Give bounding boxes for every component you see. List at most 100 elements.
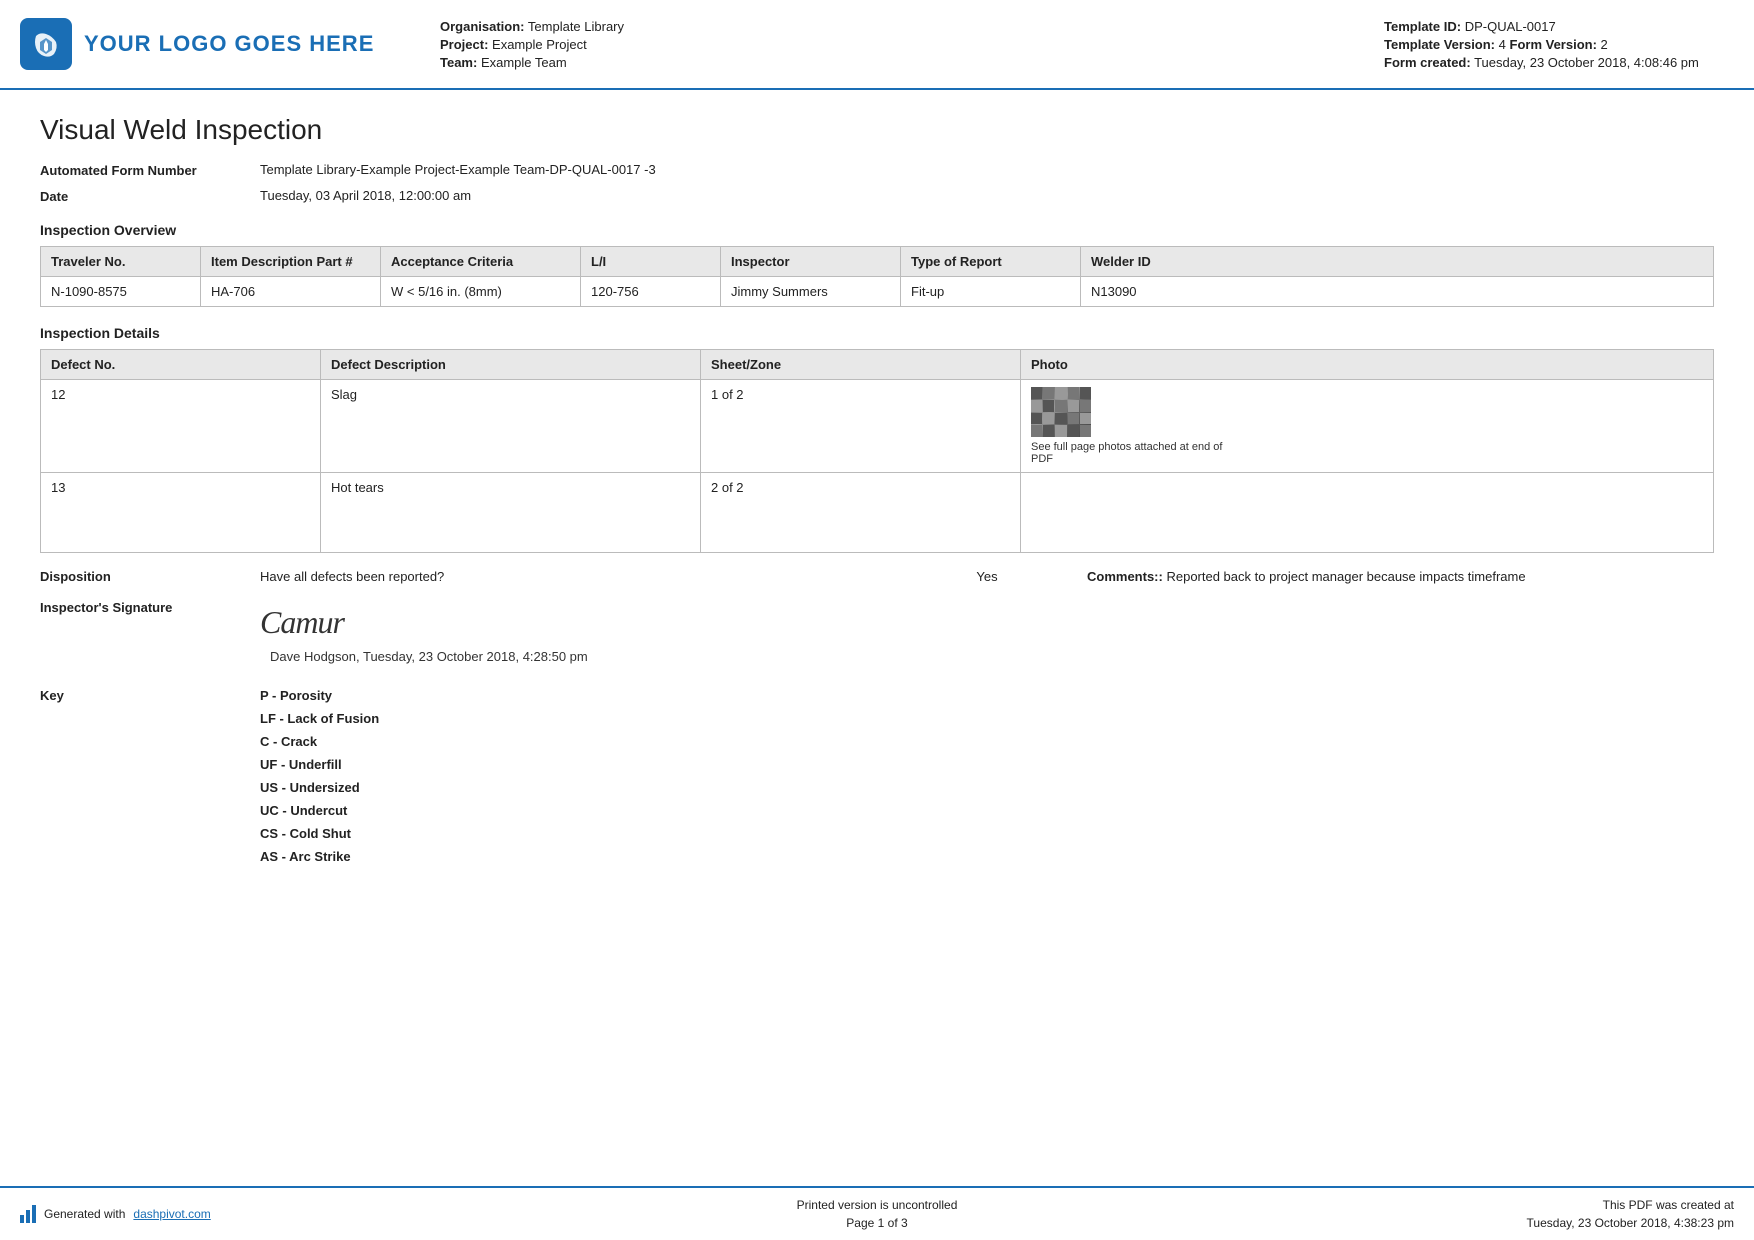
page-header: YOUR LOGO GOES HERE Organisation: Templa… (0, 0, 1754, 90)
footer-center-line1: Printed version is uncontrolled (420, 1196, 1334, 1214)
key-item: UC - Undercut (260, 803, 379, 818)
table-row: N-1090-8575 HA-706 W < 5/16 in. (8mm) 12… (41, 277, 1714, 307)
inspection-details-thead: Defect No. Defect Description Sheet/Zone… (41, 350, 1714, 380)
footer-link[interactable]: dashpivot.com (133, 1207, 210, 1221)
type-report-cell: Fit-up (901, 277, 1081, 307)
inspection-overview-table: Traveler No. Item Description Part # Acc… (40, 246, 1714, 307)
footer-generated-text: Generated with (44, 1207, 125, 1221)
header-center: Organisation: Template Library Project: … (400, 8, 1384, 80)
photo-col-cell (1021, 473, 1714, 553)
col-inspector: Inspector (721, 247, 901, 277)
inspection-details-table: Defect No. Defect Description Sheet/Zone… (40, 349, 1714, 553)
inspection-details-header-row: Defect No. Defect Description Sheet/Zone… (41, 350, 1714, 380)
disposition-row: Disposition Have all defects been report… (40, 569, 1714, 584)
col-li: L/I (581, 247, 721, 277)
defect-desc-cell: Hot tears (321, 473, 701, 553)
table-row: 12 Slag 1 of 2 See full page photos atta… (41, 380, 1714, 473)
disposition-answer: Yes (887, 569, 1087, 584)
defect-no-cell: 13 (41, 473, 321, 553)
inspection-overview-thead: Traveler No. Item Description Part # Acc… (41, 247, 1714, 277)
disposition-question: Have all defects been reported? (260, 569, 887, 584)
header-right: Template ID: DP-QUAL-0017 Template Versi… (1384, 8, 1734, 80)
date-row: Date Tuesday, 03 April 2018, 12:00:00 am (40, 188, 1714, 204)
footer-right: This PDF was created at Tuesday, 23 Octo… (1334, 1196, 1734, 1232)
team-field: Team: Example Team (440, 55, 1384, 70)
form-created-label: Form created: (1384, 55, 1471, 70)
key-items: P - Porosity LF - Lack of Fusion C - Crack… (260, 688, 379, 864)
traveler-no-cell: N-1090-8575 (41, 277, 201, 307)
dashpivot-icon (20, 1205, 36, 1223)
defect-no-cell: 12 (41, 380, 321, 473)
key-item: US - Undersized (260, 780, 379, 795)
key-item: UF - Underfill (260, 757, 379, 772)
col-type-report: Type of Report (901, 247, 1081, 277)
col-sheet-zone: Sheet/Zone (701, 350, 1021, 380)
welder-id-cell: N13090 (1081, 277, 1714, 307)
photo-thumbnail (1031, 387, 1091, 437)
template-version-value: 4 (1499, 37, 1506, 52)
team-value: Example Team (481, 55, 567, 70)
table-row: 13 Hot tears 2 of 2 (41, 473, 1714, 553)
org-field: Organisation: Template Library (440, 19, 1384, 34)
inspection-details-title: Inspection Details (40, 325, 1714, 341)
defect-desc-cell: Slag (321, 380, 701, 473)
photo-cell: See full page photos attached at end of … (1031, 387, 1703, 465)
footer-right-line1: This PDF was created at (1334, 1196, 1734, 1214)
main-content: Visual Weld Inspection Automated Form Nu… (0, 90, 1754, 884)
project-value: Example Project (492, 37, 587, 52)
signature-image: Camur (260, 600, 588, 645)
org-value: Template Library (528, 19, 624, 34)
footer-right-line2: Tuesday, 23 October 2018, 4:38:23 pm (1334, 1214, 1734, 1232)
date-label: Date (40, 188, 260, 204)
key-item: P - Porosity (260, 688, 379, 703)
inspection-overview-title: Inspection Overview (40, 222, 1714, 238)
team-label: Team: (440, 55, 477, 70)
key-item: LF - Lack of Fusion (260, 711, 379, 726)
signature-signer: Dave Hodgson, Tuesday, 23 October 2018, … (270, 649, 588, 664)
key-item: AS - Arc Strike (260, 849, 379, 864)
sheet-zone-cell: 2 of 2 (701, 473, 1021, 553)
logo-text: YOUR LOGO GOES HERE (84, 31, 374, 57)
signature-row: Inspector's Signature Camur Dave Hodgson… (40, 600, 1714, 664)
template-id-label: Template ID: (1384, 19, 1461, 34)
disposition-comments: Comments:: Reported back to project mana… (1087, 569, 1714, 584)
disposition-label: Disposition (40, 569, 260, 584)
form-version-value: 2 (1601, 37, 1608, 52)
template-id-value: DP-QUAL-0017 (1465, 19, 1556, 34)
col-acceptance: Acceptance Criteria (381, 247, 581, 277)
col-defect-desc: Defect Description (321, 350, 701, 380)
form-number-row: Automated Form Number Template Library-E… (40, 162, 1714, 178)
form-created-value: Tuesday, 23 October 2018, 4:08:46 pm (1474, 55, 1699, 70)
form-number-label: Automated Form Number (40, 162, 260, 178)
photo-caption: See full page photos attached at end of … (1031, 441, 1231, 465)
inspection-overview-header-row: Traveler No. Item Description Part # Acc… (41, 247, 1714, 277)
key-item: C - Crack (260, 734, 379, 749)
disposition-comments-label: Comments:: (1087, 569, 1163, 584)
col-item-desc: Item Description Part # (201, 247, 381, 277)
signature-label: Inspector's Signature (40, 600, 260, 615)
sheet-zone-cell: 1 of 2 (701, 380, 1021, 473)
template-id-field: Template ID: DP-QUAL-0017 (1384, 19, 1734, 34)
key-row: Key P - Porosity LF - Lack of Fusion C - C… (40, 688, 1714, 864)
inspection-overview-tbody: N-1090-8575 HA-706 W < 5/16 in. (8mm) 12… (41, 277, 1714, 307)
form-created-field: Form created: Tuesday, 23 October 2018, … (1384, 55, 1734, 70)
signature-block: Camur Dave Hodgson, Tuesday, 23 October … (260, 600, 588, 664)
footer-center-line2: Page 1 of 3 (420, 1214, 1334, 1232)
project-field: Project: Example Project (440, 37, 1384, 52)
col-traveler-no: Traveler No. (41, 247, 201, 277)
org-label: Organisation: (440, 19, 525, 34)
page-title: Visual Weld Inspection (40, 114, 1714, 146)
li-cell: 120-756 (581, 277, 721, 307)
logo-area: YOUR LOGO GOES HERE (20, 8, 400, 80)
template-version-label: Template Version: (1384, 37, 1495, 52)
disposition-comments-value: Reported back to project manager because… (1166, 569, 1525, 584)
version-field: Template Version: 4 Form Version: 2 (1384, 37, 1734, 52)
col-welder-id: Welder ID (1081, 247, 1714, 277)
key-label: Key (40, 688, 260, 703)
col-defect-no: Defect No. (41, 350, 321, 380)
logo-icon (20, 18, 72, 70)
col-photo: Photo (1021, 350, 1714, 380)
project-label: Project: (440, 37, 488, 52)
inspection-details-tbody: 12 Slag 1 of 2 See full page photos atta… (41, 380, 1714, 553)
date-value: Tuesday, 03 April 2018, 12:00:00 am (260, 188, 1714, 203)
